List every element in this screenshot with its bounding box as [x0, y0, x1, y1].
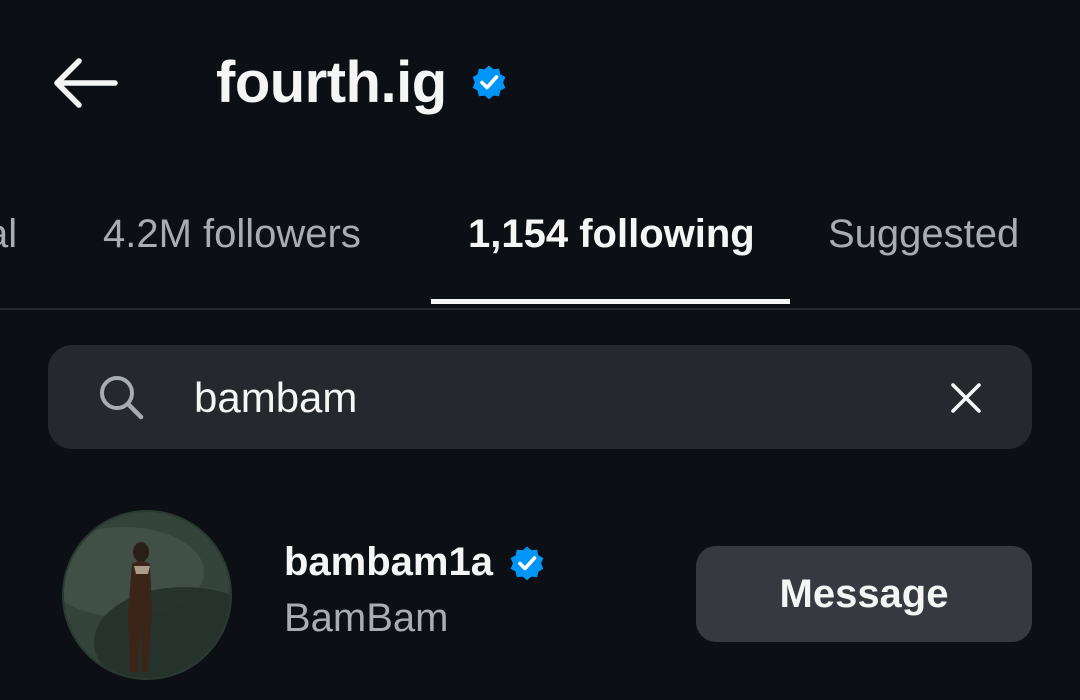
message-button[interactable]: Message: [696, 546, 1032, 642]
follow-tabs: al 4.2M followers 1,154 following Sugges…: [0, 190, 1080, 308]
header-title-group: fourth.ig: [216, 40, 509, 124]
username-group: bambam1a: [284, 540, 547, 585]
tab-following[interactable]: 1,154 following: [468, 212, 755, 257]
list-item[interactable]: bambam1a BamBam Message: [0, 500, 1080, 700]
arrow-left-icon: [54, 58, 118, 108]
back-button[interactable]: [44, 50, 124, 116]
active-tab-indicator: [431, 299, 790, 304]
clear-search-button[interactable]: [940, 372, 992, 424]
search-input[interactable]: [194, 368, 894, 428]
verified-badge-icon: [510, 546, 544, 580]
profile-photo: [64, 512, 230, 678]
tab-suggested[interactable]: Suggested: [828, 212, 1019, 257]
tab-followers[interactable]: 4.2M followers: [103, 212, 361, 257]
full-name: BamBam: [284, 596, 449, 640]
following-list-screen: fourth.ig al 4.2M followers 1,154 follow…: [0, 0, 1080, 700]
search-icon: [100, 376, 144, 420]
tab-mutual[interactable]: al: [0, 212, 17, 257]
close-icon: [951, 383, 981, 413]
page-title: fourth.ig: [216, 49, 447, 115]
avatar[interactable]: [62, 510, 232, 680]
username[interactable]: bambam1a: [284, 540, 493, 585]
verified-badge-icon: [472, 65, 506, 100]
tabs-divider: [0, 308, 1080, 310]
